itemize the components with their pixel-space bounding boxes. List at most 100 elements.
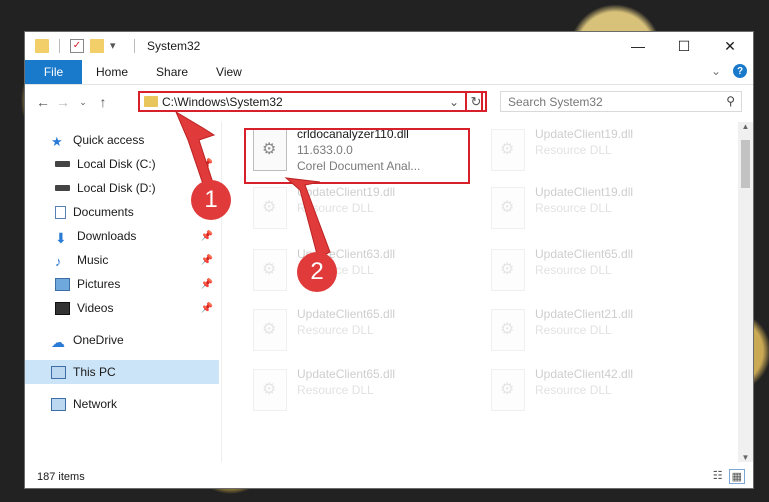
file-tile[interactable]: UpdateClient63.dllResource DLL: [247, 246, 469, 298]
refresh-button[interactable]: ↻: [465, 91, 487, 112]
address-bar[interactable]: C:\Windows\System32 ⌄: [138, 91, 483, 112]
file-description: Resource DLL: [535, 263, 612, 277]
file-name: UpdateClient19.dll: [535, 127, 634, 141]
minimize-button[interactable]: —: [615, 32, 661, 60]
search-icon: ⚲: [726, 94, 735, 108]
sidebar-item-music[interactable]: ♪ Music 📌: [25, 248, 219, 272]
search-input[interactable]: Search System32 ⚲: [500, 91, 742, 112]
folder-icon: [144, 96, 158, 107]
scroll-down-icon[interactable]: ▼: [738, 453, 753, 462]
status-bar: 187 items ☷ ▦: [25, 466, 753, 488]
divider: [134, 39, 135, 53]
sidebar-item-local-disk-d[interactable]: Local Disk (D:): [25, 176, 219, 200]
sidebar-item-label: OneDrive: [73, 333, 124, 347]
scroll-thumb[interactable]: [741, 140, 750, 188]
file-description: Resource DLL: [535, 201, 612, 215]
documents-icon: [55, 205, 66, 219]
pin-icon: 📌: [200, 254, 213, 266]
customize-icon[interactable]: ▾: [110, 39, 124, 53]
pin-icon: 📌: [200, 230, 213, 242]
scroll-up-icon[interactable]: ▲: [738, 122, 753, 131]
file-description: Resource DLL: [297, 323, 374, 337]
dll-file-icon: [253, 369, 287, 411]
sidebar-item-pictures[interactable]: Pictures 📌: [25, 272, 219, 296]
ribbon-right: ⌄ ?: [711, 64, 747, 78]
close-button[interactable]: ✕: [707, 32, 753, 60]
drive-icon: [55, 161, 70, 167]
file-name: UpdateClient19.dll: [297, 185, 396, 199]
file-highlight-box: [244, 128, 470, 184]
up-icon[interactable]: ↑: [93, 94, 113, 110]
file-name: UpdateClient65.dll: [535, 247, 634, 261]
sidebar-item-downloads[interactable]: ⬇ Downloads 📌: [25, 224, 219, 248]
tiles-view-icon[interactable]: ▦: [728, 469, 745, 484]
sidebar-item-label: Downloads: [77, 229, 137, 243]
file-description: Resource DLL: [535, 323, 612, 337]
computer-icon: [51, 365, 66, 379]
vertical-scrollbar[interactable]: ▲ ▼: [738, 122, 753, 462]
window-controls: — ☐ ✕: [615, 32, 753, 60]
window-title: System32: [147, 39, 201, 53]
file-tile[interactable]: UpdateClient19.dll Resource DLL: [485, 184, 707, 236]
star-icon: ★: [51, 133, 63, 149]
file-tile[interactable]: UpdateClient19.dll Resource DLL: [247, 184, 469, 236]
maximize-button[interactable]: ☐: [661, 32, 707, 60]
help-icon[interactable]: ?: [733, 64, 747, 78]
tab-home[interactable]: Home: [82, 65, 142, 79]
sidebar-item-quick-access[interactable]: ★ Quick access: [25, 128, 219, 152]
recent-locations-icon[interactable]: ⌄: [73, 97, 93, 108]
back-icon[interactable]: ←: [33, 94, 53, 110]
pictures-icon: [55, 277, 70, 291]
file-description: Resource DLL: [535, 143, 612, 157]
sidebar-item-label: Local Disk (C:): [77, 157, 156, 171]
file-description: Resource DLL: [297, 383, 374, 397]
step-1-badge: 1: [191, 180, 231, 220]
sidebar-item-label: This PC: [73, 365, 116, 379]
sidebar-item-label: Documents: [73, 205, 134, 219]
dll-file-icon: [253, 187, 287, 229]
tab-share[interactable]: Share: [142, 65, 202, 79]
sidebar-item-onedrive[interactable]: ☁ OneDrive: [25, 328, 219, 352]
address-dropdown-icon[interactable]: ⌄: [449, 95, 459, 109]
new-folder-icon[interactable]: [90, 39, 104, 53]
file-tile[interactable]: UpdateClient65.dll Resource DLL: [247, 366, 469, 418]
forward-icon[interactable]: →: [53, 94, 73, 110]
dll-file-icon: [491, 249, 525, 291]
videos-icon: [55, 301, 70, 315]
properties-icon[interactable]: ✓: [70, 39, 84, 53]
file-description: Resource DLL: [297, 201, 374, 215]
sidebar-item-label: Music: [77, 253, 109, 267]
item-count: 187 items: [37, 471, 85, 483]
dll-file-icon: [253, 249, 287, 291]
sidebar-item-local-disk-c[interactable]: Local Disk (C:) 📌: [25, 152, 219, 176]
drive-icon: [55, 185, 70, 191]
tab-file[interactable]: File: [25, 60, 82, 84]
step-2-badge: 2: [297, 252, 337, 292]
music-icon: ♪: [55, 253, 62, 269]
title-bar: ✓ ▾ System32 — ☐ ✕: [25, 32, 753, 60]
address-path: C:\Windows\System32: [162, 94, 283, 109]
tab-view[interactable]: View: [202, 65, 256, 79]
details-view-icon[interactable]: ☷: [713, 469, 723, 484]
expand-ribbon-icon[interactable]: ⌄: [711, 64, 721, 78]
file-tile[interactable]: UpdateClient65.dll Resource DLL: [247, 306, 469, 358]
pin-icon: 📌: [200, 158, 213, 170]
file-name: UpdateClient65.dll: [297, 367, 396, 381]
file-tile[interactable]: UpdateClient19.dll Resource DLL: [485, 126, 707, 178]
sidebar-item-documents[interactable]: Documents 📌: [25, 200, 219, 224]
folder-icon[interactable]: [35, 39, 49, 53]
network-icon: [51, 397, 66, 411]
pin-icon: 📌: [200, 302, 213, 314]
file-tile[interactable]: UpdateClient21.dll Resource DLL: [485, 306, 707, 358]
divider: [59, 39, 60, 53]
file-tile[interactable]: UpdateClient65.dll Resource DLL: [485, 246, 707, 298]
sidebar-item-this-pc[interactable]: This PC: [25, 360, 219, 384]
sidebar-item-network[interactable]: Network: [25, 392, 219, 416]
file-tile[interactable]: UpdateClient42.dll Resource DLL: [485, 366, 707, 418]
download-icon: ⬇: [55, 229, 67, 246]
cloud-icon: ☁: [51, 333, 65, 350]
file-name: UpdateClient65.dll: [297, 307, 396, 321]
dll-file-icon: [491, 187, 525, 229]
dll-file-icon: [491, 369, 525, 411]
sidebar-item-videos[interactable]: Videos 📌: [25, 296, 219, 320]
